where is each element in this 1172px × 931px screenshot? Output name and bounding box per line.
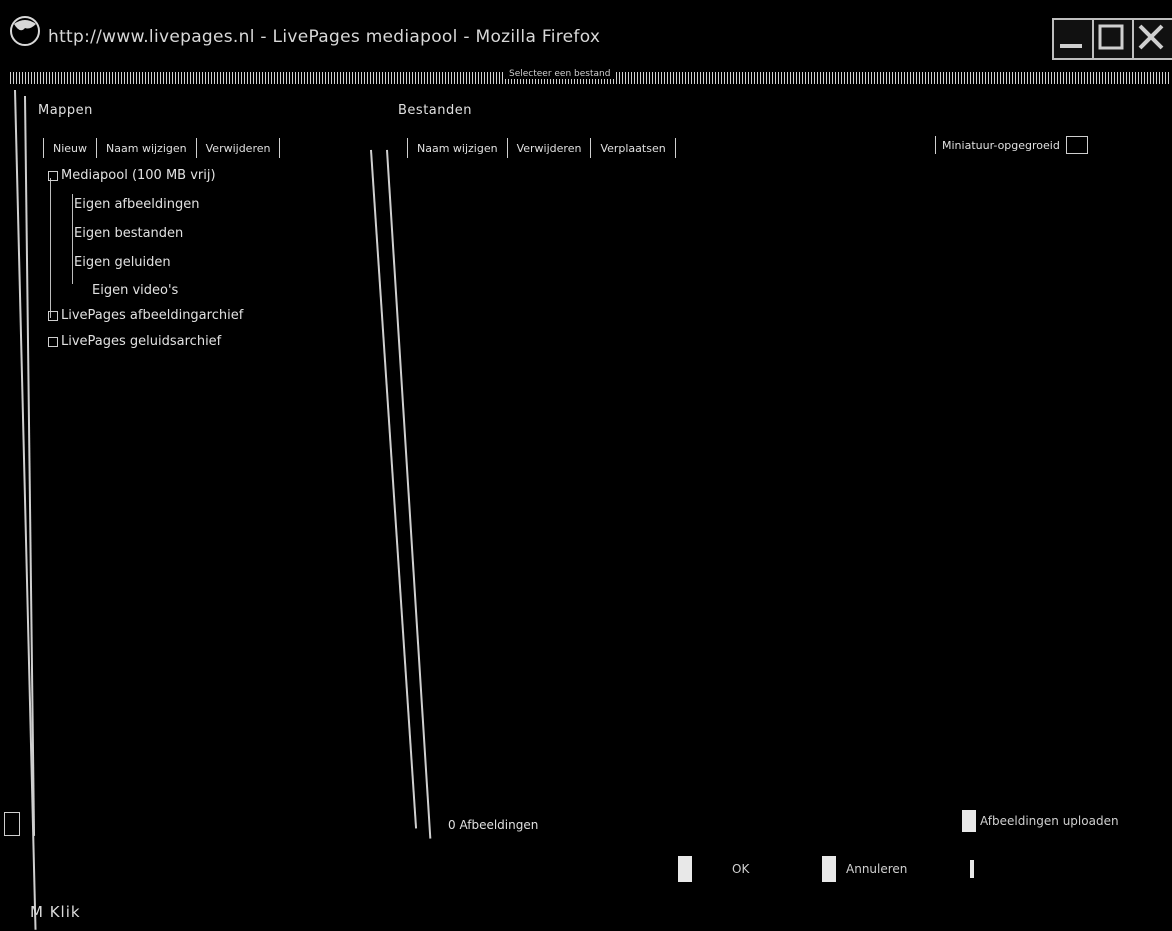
tree-item-own-files[interactable]: Eigen bestanden [74,226,183,241]
minimize-button[interactable] [1052,18,1094,60]
toolbar-separator [96,138,98,158]
files-heading: Bestanden [398,103,472,118]
files-toolbar: Naam wijzigen Verwijderen Verplaatsen [400,138,683,158]
tree-connector [50,178,51,318]
file-count: 0 Afbeeldingen [448,818,539,832]
tree-item-own-sounds[interactable]: Eigen geluiden [74,255,171,270]
collapse-icon[interactable] [48,170,58,181]
toolbar-separator [590,138,592,158]
tree-item-sound-archive[interactable]: LivePages geluidsarchief [48,334,221,349]
scroll-handle[interactable] [4,812,20,836]
tree-item-label: Eigen geluiden [74,255,171,270]
ok-label: OK [732,862,750,876]
toolbar-separator [195,138,197,158]
expand-icon[interactable] [48,336,58,347]
firefox-icon [8,14,42,48]
toolbar-separator [407,138,408,158]
move-file-button[interactable]: Verplaatsen [598,142,667,155]
upload-label: Afbeeldingen uploaden [980,814,1119,828]
tree-item-image-archive[interactable]: LivePages afbeeldingarchief [48,308,243,323]
cancel-label: Annuleren [846,862,908,876]
window-title: http://www.livepages.nl - LivePages medi… [48,27,601,47]
ok-button[interactable]: OK [678,856,749,882]
tree-item-label: Eigen bestanden [74,226,184,241]
ok-button-edge [678,856,692,882]
cancel-button[interactable]: Annuleren [822,856,907,882]
tree-connector [72,194,73,284]
expand-icon[interactable] [48,310,58,321]
folders-toolbar: Nieuw Naam wijzigen Verwijderen [36,138,287,158]
delete-folder-button[interactable]: Verwijderen [204,142,273,155]
delete-file-button[interactable]: Verwijderen [515,142,584,155]
thumbnail-size-label: Miniatuur-opgegroeid [942,138,1060,152]
toolbar-separator [674,138,676,158]
header-strip-label: Selecteer een bestand [505,69,615,79]
cancel-button-edge [822,856,836,882]
maximize-button[interactable] [1092,18,1134,60]
rename-folder-button[interactable]: Naam wijzigen [104,142,189,155]
toolbar-separator [279,138,281,158]
toolbar-separator [43,138,44,158]
upload-images-button[interactable]: Afbeeldingen uploaden [962,810,1119,832]
upload-icon [962,810,976,832]
cancel-button-end [970,860,974,878]
footer-logo: M Klik [30,903,81,921]
toolbar-separator [506,138,508,158]
close-button[interactable] [1132,18,1172,60]
thumbnail-view-icon[interactable] [1065,136,1088,154]
tree-item-label: LivePages geluidsarchief [61,334,222,349]
folders-heading: Mappen [38,103,93,118]
tree-item-label: LivePages afbeeldingarchief [61,308,244,323]
new-folder-button[interactable]: Nieuw [51,142,89,155]
thumbnail-size-control[interactable]: Miniatuur-opgegroeid [935,136,1088,154]
tree-item-own-images[interactable]: Eigen afbeeldingen [74,197,199,212]
tree-item-mediapool[interactable]: Mediapool (100 MB vrij) [48,168,216,183]
rename-file-button[interactable]: Naam wijzigen [415,142,500,155]
tree-item-label: Eigen video's [92,283,179,298]
tree-item-label: Mediapool (100 MB vrij) [61,168,216,183]
tree-item-label: Eigen afbeeldingen [74,197,200,212]
tree-item-own-videos[interactable]: Eigen video's [92,283,178,298]
toolbar-separator [935,136,936,154]
